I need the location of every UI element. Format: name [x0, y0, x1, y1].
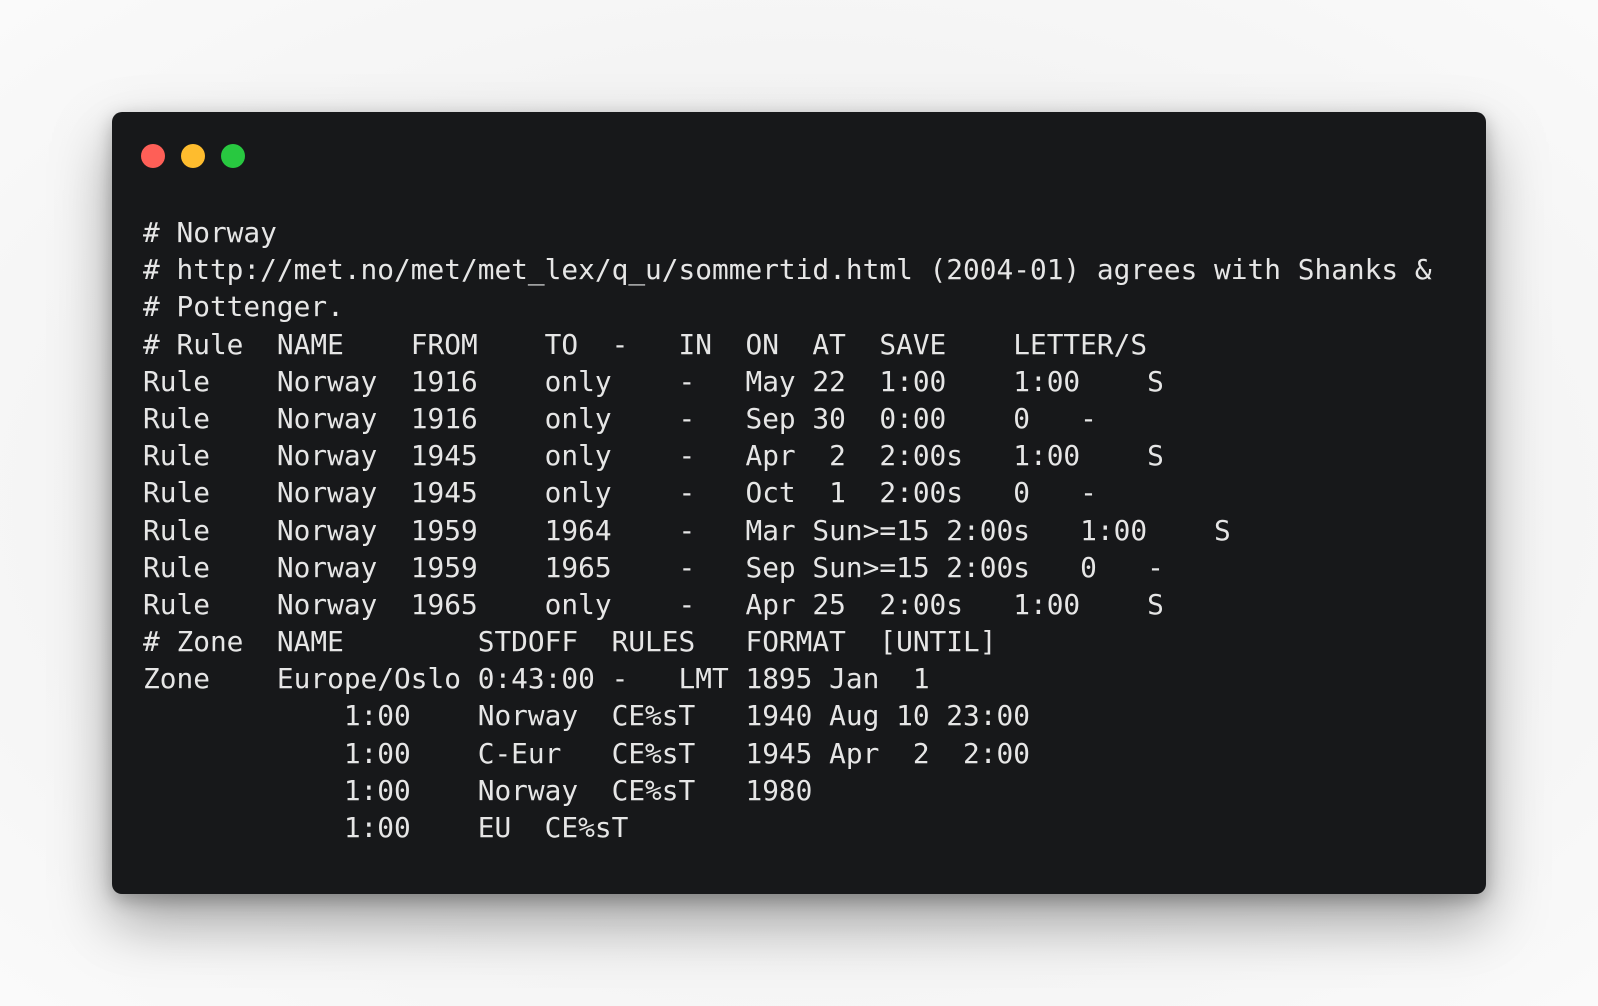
code-line: # http://met.no/met/met_lex/q_u/sommerti… [143, 253, 1432, 287]
code-line: Rule Norway 1959 1965 - Sep Sun>=15 2:00… [143, 550, 1164, 584]
code-line: Rule Norway 1945 only - Oct 1 2:00s 0 - [143, 476, 1097, 510]
code-line: # Pottenger. [143, 290, 344, 324]
code-line: 1:00 Norway CE%sT 1940 Aug 10 23:00 [143, 699, 1030, 733]
code-line: # Zone NAME STDOFF RULES FORMAT [UNTIL] [143, 625, 997, 659]
code-line: Rule Norway 1916 only - Sep 30 0:00 0 - [143, 401, 1097, 435]
code-line: # Norway [143, 216, 277, 249]
window-titlebar [112, 112, 1486, 192]
code-line: Rule Norway 1916 only - May 22 1:00 1:00… [143, 364, 1164, 398]
code-line: Zone Europe/Oslo 0:43:00 - LMT 1895 Jan … [143, 662, 930, 696]
minimize-dot-icon[interactable] [181, 144, 205, 168]
code-line: 1:00 C-Eur CE%sT 1945 Apr 2 2:00 [143, 736, 1030, 770]
terminal-window: # Norway # http://met.no/met/met_lex/q_u/… [112, 112, 1486, 894]
code-line: Rule Norway 1959 1964 - Mar Sun>=15 2:00… [143, 513, 1231, 547]
close-dot-icon[interactable] [141, 144, 165, 168]
code-line: # Rule NAME FROM TO - IN ON AT SAVE LETT… [143, 327, 1148, 361]
code-block: # Norway # http://met.no/met/met_lex/q_u/… [143, 214, 1432, 846]
code-line: Rule Norway 1945 only - Apr 2 2:00s 1:00… [143, 439, 1164, 473]
code-line: Rule Norway 1965 only - Apr 25 2:00s 1:0… [143, 587, 1164, 621]
code-line: 1:00 Norway CE%sT 1980 [143, 773, 813, 807]
maximize-dot-icon[interactable] [221, 144, 245, 168]
code-line: 1:00 EU CE%sT [143, 811, 629, 844]
